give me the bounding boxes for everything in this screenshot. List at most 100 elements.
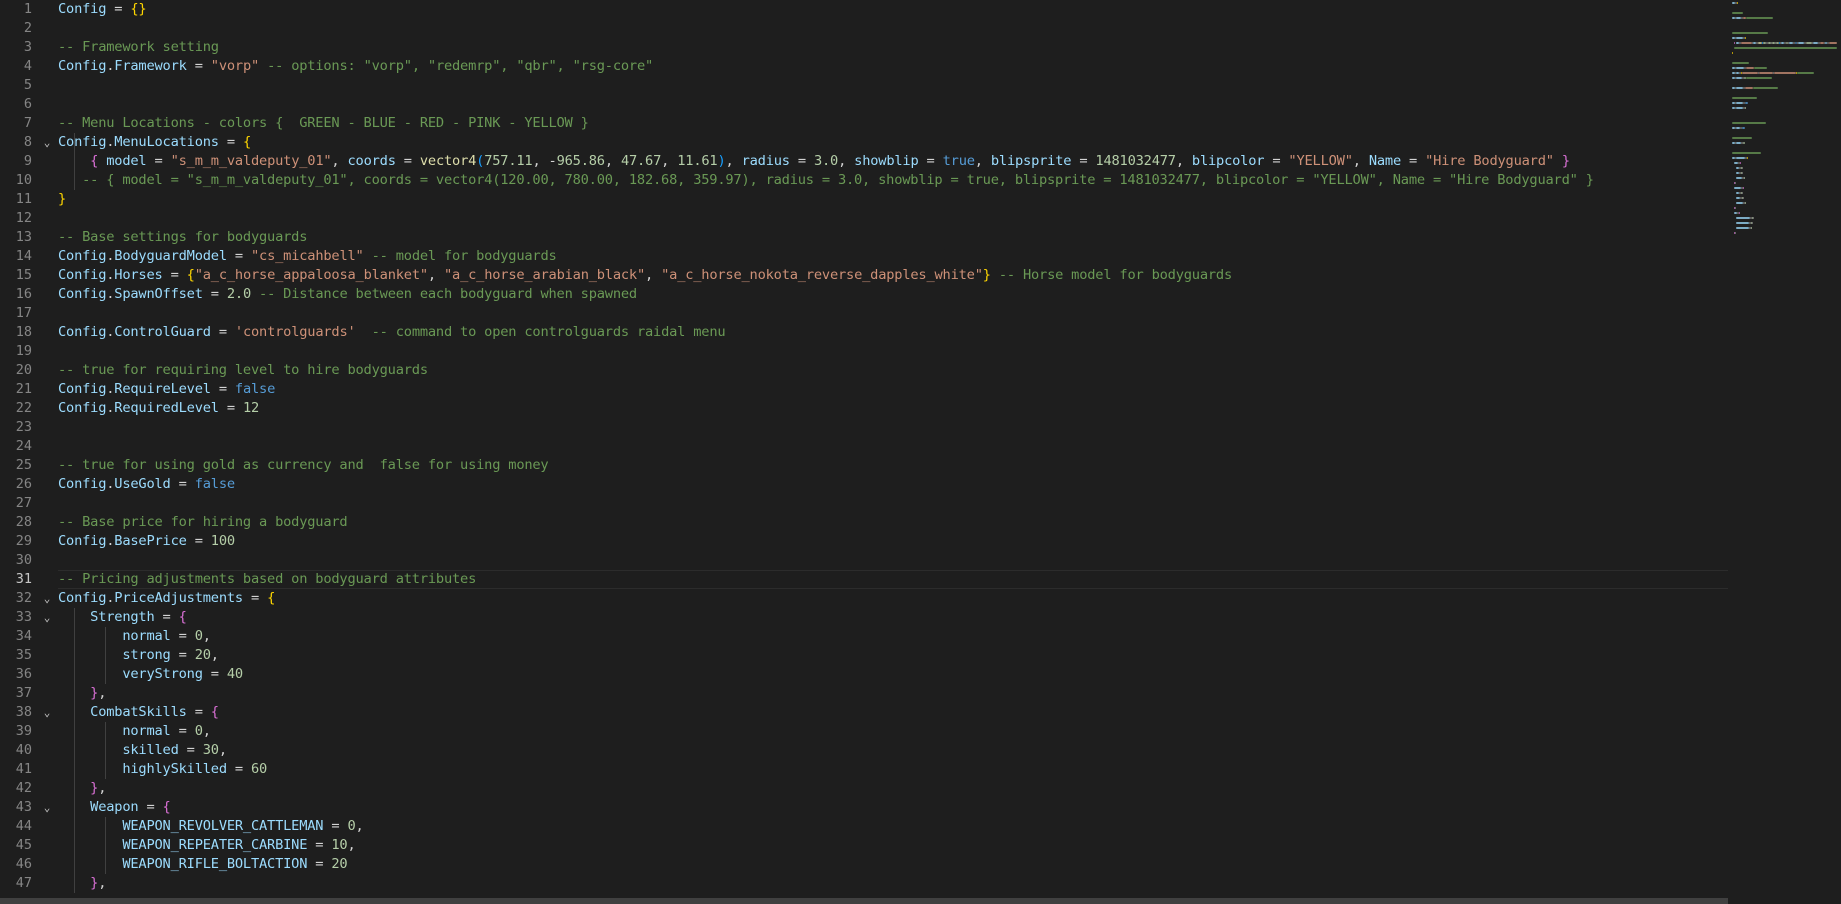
code-token: = (170, 628, 195, 644)
code-line[interactable]: normal = 0, (58, 627, 211, 646)
minimap-token (1774, 72, 1796, 74)
code-line[interactable]: Config.UseGold = false (58, 475, 235, 494)
line-number: 40 (15, 742, 32, 758)
minimap-token (1732, 12, 1743, 14)
code-line[interactable]: Config.PriceAdjustments = { (58, 589, 275, 608)
indent-guide (105, 627, 106, 684)
code-line[interactable]: Config.RequiredLevel = 12 (58, 399, 259, 418)
code-line[interactable]: WEAPON_REVOLVER_CATTLEMAN = 0, (58, 817, 363, 836)
minimap-token (1742, 192, 1743, 194)
fold-chevron-icon[interactable]: ⌄ (40, 589, 54, 608)
code-token: 'controlguards' (234, 324, 356, 340)
fold-chevron-icon[interactable]: ⌄ (40, 703, 54, 722)
line-number: 10 (15, 172, 32, 188)
code-token: skilled (122, 742, 179, 758)
code-token: Config (58, 267, 107, 283)
minimap-token (1739, 212, 1740, 214)
code-line[interactable]: -- Base settings for bodyguards (58, 228, 307, 247)
fold-chevron-icon[interactable]: ⌄ (40, 608, 54, 627)
code-line[interactable]: }, (58, 684, 106, 703)
minimap-token (1745, 102, 1748, 104)
code-token: blipsprite (990, 153, 1072, 169)
line-number: 38 (15, 704, 32, 720)
code-line[interactable]: -- Menu Locations - colors { GREEN - BLU… (58, 114, 589, 133)
code-line[interactable]: -- { model = "s_m_m_valdeputy_01", coord… (58, 171, 1594, 190)
code-line[interactable]: Config.SpawnOffset = 2.0 -- Distance bet… (58, 285, 637, 304)
code-token: WEAPON_RIFLE_BOLTACTION (122, 856, 308, 872)
code-line[interactable]: highlySkilled = 60 (58, 760, 267, 779)
code-token: = (178, 742, 203, 758)
code-line[interactable]: Config.Framework = "vorp" -- options: "v… (58, 57, 653, 76)
fold-chevron-icon[interactable]: ⌄ (40, 798, 54, 817)
code-line[interactable]: CombatSkills = { (58, 703, 219, 722)
code-line[interactable]: Config.RequireLevel = false (58, 380, 275, 399)
code-token: UseGold (114, 476, 171, 492)
line-number: 47 (15, 875, 32, 891)
code-token: , (838, 153, 855, 169)
code-token: } (1561, 153, 1570, 169)
code-line[interactable]: -- true for requiring level to hire body… (58, 361, 428, 380)
code-line[interactable]: -- Base price for hiring a bodyguard (58, 513, 348, 532)
code-line[interactable]: Config.ControlGuard = 'controlguards' --… (58, 323, 726, 342)
minimap-token (1753, 87, 1778, 89)
code-line[interactable]: -- true for using gold as currency and f… (58, 456, 549, 475)
code-token: = (226, 761, 251, 777)
code-token: RequiredLevel (114, 400, 219, 416)
code-editor[interactable]: 1 2 3 4 5 6 7 8 ⌄ 9 10 11 12 13 14 15 16 17 18 19 20 21 22 23 24… (0, 0, 1841, 904)
code-line[interactable]: Config.Horses = {"a_c_horse_appaloosa_bl… (58, 266, 1232, 285)
code-token: {} (130, 1, 147, 17)
code-line[interactable]: Strength = { (58, 608, 187, 627)
line-number-gutter: 1 2 3 4 5 6 7 8 ⌄ 9 10 11 12 13 14 15 16 17 18 19 20 21 22 23 24… (0, 0, 58, 904)
code-token: -- options: "vorp", "redemrp", "qbr", "r… (259, 58, 654, 74)
minimap[interactable] (1732, 0, 1841, 290)
line-number: 22 (15, 400, 32, 416)
line-number: 26 (15, 476, 32, 492)
code-token: vector4 (419, 153, 477, 169)
line-number: 7 (23, 115, 32, 131)
code-token: "vorp" (210, 58, 260, 74)
code-token: radius (741, 153, 790, 169)
code-token: { (186, 267, 195, 283)
code-line[interactable]: Config.BodyguardModel = "cs_micahbell" -… (58, 247, 557, 266)
code-line[interactable]: strong = 20, (58, 646, 219, 665)
line-number: 5 (23, 77, 32, 93)
code-area[interactable]: Config = {} -- Framework setting Config.Fr… (58, 0, 1728, 904)
code-token: WEAPON_REPEATER_CARBINE (122, 837, 308, 853)
code-line[interactable]: }, (58, 779, 106, 798)
line-number: 15 (15, 267, 32, 283)
minimap-token (1747, 157, 1748, 159)
code-token: model (106, 153, 147, 169)
code-line[interactable]: } (58, 190, 66, 209)
line-number: 31 (15, 571, 32, 587)
code-line[interactable]: normal = 0, (58, 722, 211, 741)
code-token: = (186, 58, 211, 74)
code-token: "Hire Bodyguard" (1425, 153, 1554, 169)
code-line[interactable]: { model = "s_m_m_valdeputy_01", coords =… (58, 152, 1570, 171)
code-line[interactable]: Config.MenuLocations = { (58, 133, 251, 152)
code-token: 1481032477 (1095, 153, 1176, 169)
code-token: { (242, 134, 251, 150)
horizontal-scrollbar[interactable] (0, 898, 1841, 904)
code-line[interactable]: -- Pricing adjustments based on bodyguar… (58, 570, 476, 589)
horizontal-scrollbar-thumb[interactable] (0, 898, 1728, 904)
code-line[interactable]: WEAPON_RIFLE_BOLTACTION = 20 (58, 855, 347, 874)
code-token: , (347, 837, 356, 853)
code-line[interactable]: Config = {} (58, 0, 147, 19)
code-token: = (186, 704, 211, 720)
code-line[interactable]: }, (58, 874, 106, 893)
code-line[interactable]: skilled = 30, (58, 741, 227, 760)
code-line[interactable]: -- Framework setting (58, 38, 219, 57)
code-token: = (186, 533, 211, 549)
code-line[interactable]: Config.BasePrice = 100 (58, 532, 235, 551)
code-line[interactable]: WEAPON_REPEATER_CARBINE = 10, (58, 836, 356, 855)
minimap-token (1736, 102, 1743, 104)
fold-chevron-icon[interactable]: ⌄ (40, 133, 54, 152)
code-token: true (942, 153, 975, 169)
minimap-token (1732, 62, 1749, 64)
code-line[interactable]: veryStrong = 40 (58, 665, 243, 684)
code-token: , (661, 153, 678, 169)
line-number: 21 (15, 381, 32, 397)
code-token: -- Horse model for bodyguards (990, 267, 1232, 283)
code-token: = (170, 723, 195, 739)
